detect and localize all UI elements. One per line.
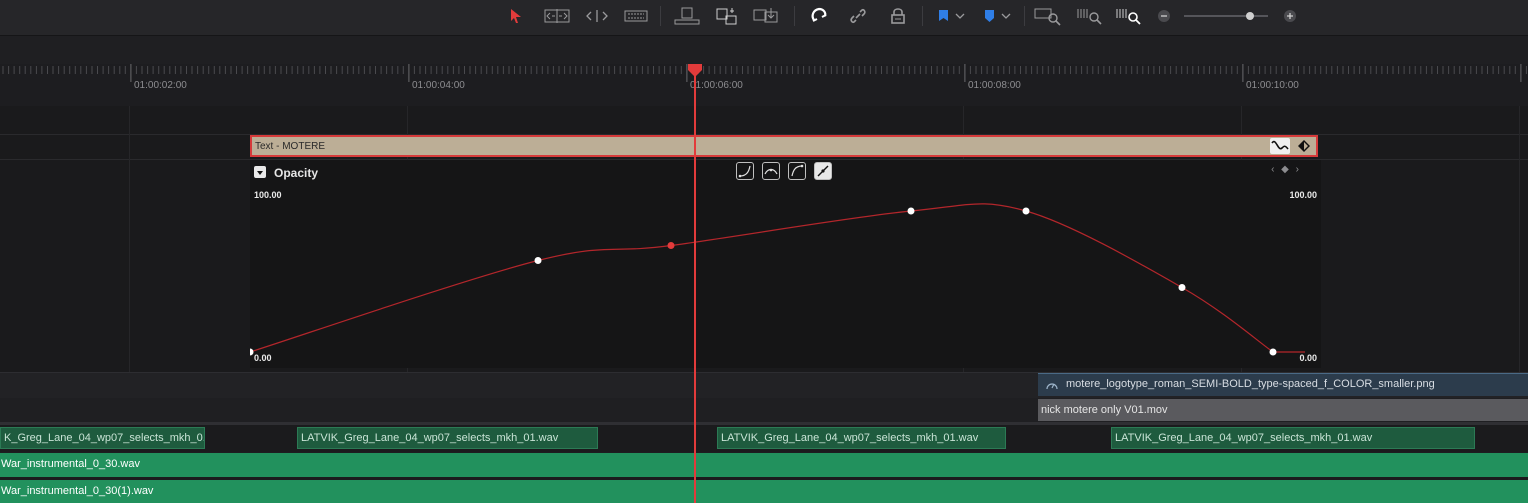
music-clip[interactable]: War_instrumental_0_30(1).wav bbox=[0, 480, 1528, 503]
selection-arrow-icon[interactable] bbox=[505, 4, 527, 28]
marker-icon[interactable] bbox=[978, 4, 1016, 28]
zoom-out-icon[interactable] bbox=[1156, 4, 1172, 28]
keyframe-point[interactable] bbox=[534, 257, 542, 264]
playhead-handle-icon[interactable] bbox=[687, 64, 703, 78]
keyframe-point[interactable] bbox=[1178, 284, 1186, 291]
keyframe-diamond-icon[interactable] bbox=[1296, 138, 1312, 154]
text-clip-label: Text - MOTERE bbox=[255, 141, 326, 152]
flag-icon[interactable] bbox=[932, 4, 970, 28]
zoom-full-icon[interactable] bbox=[1032, 4, 1064, 28]
text-clip[interactable]: Text - MOTERE bbox=[250, 135, 1318, 157]
snapping-icon[interactable] bbox=[806, 4, 832, 28]
zoom-slider[interactable] bbox=[1182, 4, 1270, 28]
audio-clip-label: LATVIK_Greg_Lane_04_wp07_selects_mkh_01.… bbox=[1115, 432, 1373, 444]
zoom-detail-icon[interactable] bbox=[1074, 4, 1106, 28]
keyframe-point[interactable] bbox=[1022, 207, 1030, 215]
speed-gauge-icon bbox=[1045, 378, 1059, 396]
timeline-toolbar bbox=[0, 0, 1528, 36]
trim-edit-icon[interactable] bbox=[541, 4, 573, 28]
image-clip-label: motere_logotype_roman_SEMI-BOLD_type-spa… bbox=[1066, 378, 1435, 390]
audio-clip-label: LATVIK_Greg_Lane_04_wp07_selects_mkh_01.… bbox=[721, 432, 979, 444]
linked-selection-icon[interactable] bbox=[845, 4, 871, 28]
music-clip-label: War_instrumental_0_30(1).wav bbox=[1, 485, 154, 497]
ruler-timecode: 01:00:08:00 bbox=[968, 80, 1021, 91]
keyframe-point[interactable] bbox=[250, 348, 254, 356]
selected-keyframe-point[interactable] bbox=[667, 242, 675, 249]
position-lock-icon[interactable] bbox=[885, 4, 911, 28]
toolbar-divider bbox=[794, 6, 795, 26]
curve-editor-icon[interactable] bbox=[1270, 138, 1290, 154]
audio-clip[interactable]: LATVIK_Greg_Lane_04_wp07_selects_mkh_01.… bbox=[1111, 427, 1475, 449]
video-clip-label: nick motere only V01.mov bbox=[1041, 404, 1168, 416]
audio-clip[interactable]: LATVIK_Greg_Lane_04_wp07_selects_mkh_01.… bbox=[297, 427, 598, 449]
opacity-curve-panel[interactable]: Opacity ‹ ◆ › 100.00 100.00 0.00 0.00 bbox=[250, 160, 1321, 368]
timecode-ruler[interactable]: 01:00:02:00 01:00:04:00 01:00:06:00 01:0… bbox=[0, 64, 1528, 107]
audio-clip[interactable]: K_Greg_Lane_04_wp07_selects_mkh_0... bbox=[0, 427, 205, 449]
video-clip[interactable]: nick motere only V01.mov bbox=[1038, 399, 1528, 421]
ruler-timecode: 01:00:10:00 bbox=[1246, 80, 1299, 91]
ruler-timecode: 01:00:06:00 bbox=[690, 80, 743, 91]
overwrite-clip-icon[interactable] bbox=[713, 4, 741, 28]
toolbar-divider bbox=[922, 6, 923, 26]
keyframe-point[interactable] bbox=[907, 207, 915, 215]
toolbar-divider bbox=[660, 6, 661, 26]
opacity-curve-line[interactable] bbox=[250, 203, 1305, 353]
dynamic-trim-icon[interactable] bbox=[582, 4, 612, 28]
ruler-timecode: 01:00:02:00 bbox=[134, 80, 187, 91]
insert-clip-icon[interactable] bbox=[672, 4, 702, 28]
audio-clip-label: LATVIK_Greg_Lane_04_wp07_selects_mkh_01.… bbox=[301, 432, 559, 444]
opacity-curve[interactable] bbox=[250, 160, 1321, 368]
replace-clip-icon[interactable] bbox=[750, 4, 782, 28]
image-clip[interactable]: motere_logotype_roman_SEMI-BOLD_type-spa… bbox=[1038, 373, 1528, 396]
music-clip-label: War_instrumental_0_30.wav bbox=[1, 458, 140, 470]
audio-clip[interactable]: LATVIK_Greg_Lane_04_wp07_selects_mkh_01.… bbox=[717, 427, 1006, 449]
blade-icon[interactable] bbox=[622, 4, 650, 28]
zoom-custom-icon[interactable] bbox=[1113, 4, 1145, 28]
keyframe-point[interactable] bbox=[1269, 348, 1277, 356]
zoom-in-icon[interactable] bbox=[1282, 4, 1298, 28]
ruler-timecode: 01:00:04:00 bbox=[412, 80, 465, 91]
timeline-header-spacer bbox=[0, 36, 1528, 64]
music-clip[interactable]: War_instrumental_0_30.wav bbox=[0, 453, 1528, 477]
toolbar-divider bbox=[1024, 6, 1025, 26]
audio-clip-label: K_Greg_Lane_04_wp07_selects_mkh_0... bbox=[4, 432, 205, 444]
playhead-line[interactable] bbox=[694, 70, 696, 503]
